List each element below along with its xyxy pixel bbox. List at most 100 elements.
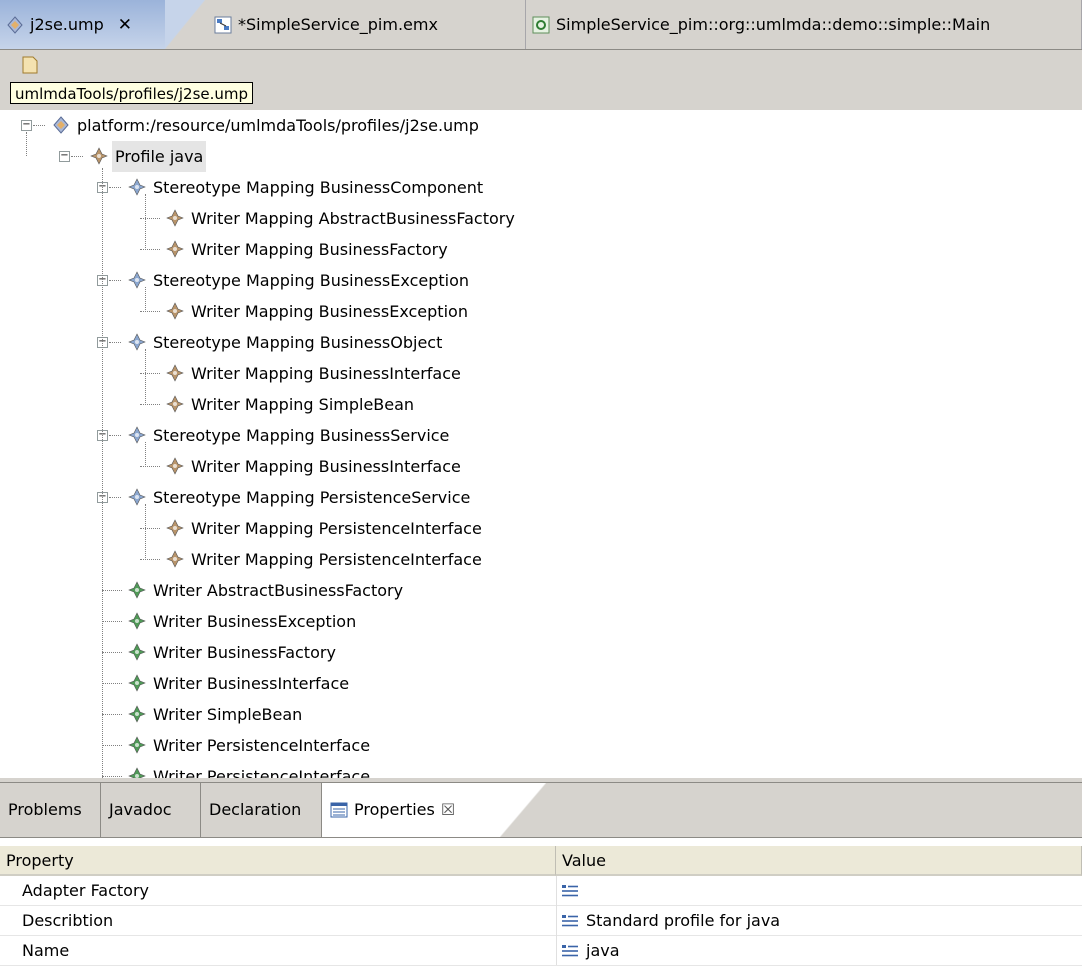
tree-item-label: Stereotype Mapping BusinessService xyxy=(153,426,450,445)
writer-mapping-diamond-icon xyxy=(166,240,184,258)
tree-item-label: Writer Mapping BusinessInterface xyxy=(191,364,461,383)
tree-guide-line xyxy=(145,287,146,312)
tree-item-writer-mapping[interactable]: Writer Mapping PersistenceInterface xyxy=(188,544,485,575)
writer-diamond-icon xyxy=(128,581,146,599)
tree-item-label: Stereotype Mapping BusinessComponent xyxy=(153,178,484,197)
tree-item-label: Stereotype Mapping BusinessObject xyxy=(153,333,443,352)
property-value[interactable] xyxy=(562,876,586,906)
properties-icon xyxy=(330,802,348,818)
tree-item-label: Writer Mapping PersistenceInterface xyxy=(191,519,482,538)
tree-connector xyxy=(102,683,122,684)
tree-item-label: Writer PersistenceInterface xyxy=(153,736,371,755)
tree-item-label: Writer Mapping AbstractBusinessFactory xyxy=(191,209,515,228)
tree-item-profile[interactable]: Profile java xyxy=(112,141,207,172)
tree-guide-line xyxy=(102,168,103,780)
column-header-value[interactable]: Value xyxy=(556,846,1082,876)
tab-properties[interactable]: Properties ☒ xyxy=(322,783,502,837)
tree-connector xyxy=(140,373,160,374)
property-value-text: java xyxy=(586,941,620,960)
text-value-icon xyxy=(562,945,578,957)
collapse-toggle-icon[interactable]: − xyxy=(21,120,32,131)
tab-label: Properties xyxy=(354,800,435,819)
profile-icon xyxy=(7,15,23,34)
tree-item-label: Writer BusinessFactory xyxy=(153,643,336,662)
property-row[interactable]: Adapter Factory xyxy=(0,876,1082,906)
tree-item-stereotype[interactable]: Stereotype Mapping BusinessException xyxy=(150,265,472,296)
tree-item-writer[interactable]: Writer BusinessException xyxy=(150,606,359,637)
tree-item-writer-mapping[interactable]: Writer Mapping BusinessInterface xyxy=(188,451,464,482)
tab-label: Problems xyxy=(8,800,82,819)
writer-diamond-icon xyxy=(128,705,146,723)
writer-diamond-icon xyxy=(128,612,146,630)
tab-j2se-ump[interactable]: j2se.ump ✕ xyxy=(0,0,165,49)
tab-divider xyxy=(500,783,546,837)
tree-item-writer[interactable]: Writer BusinessInterface xyxy=(150,668,352,699)
profile-icon xyxy=(52,116,70,134)
property-row[interactable]: Describtion Standard profile for java xyxy=(0,906,1082,936)
tree-item-writer-mapping[interactable]: Writer Mapping BusinessInterface xyxy=(188,358,464,389)
tree-guide-line xyxy=(145,442,146,467)
collapse-toggle-icon[interactable]: − xyxy=(59,151,70,162)
tab-label: j2se.ump xyxy=(30,15,104,34)
tab-problems[interactable]: Problems xyxy=(0,783,101,837)
writer-mapping-diamond-icon xyxy=(166,302,184,320)
tree-item-stereotype[interactable]: Stereotype Mapping PersistenceService xyxy=(150,482,473,513)
resource-icon xyxy=(22,56,38,74)
tree-connector xyxy=(140,466,160,467)
property-name: Adapter Factory xyxy=(22,881,150,900)
tree-item-stereotype[interactable]: Stereotype Mapping BusinessService xyxy=(150,420,452,451)
property-value-text: Standard profile for java xyxy=(586,911,781,930)
tab-simpleservice-emx[interactable]: *SimpleService_pim.emx xyxy=(208,0,526,49)
tree-item-label: Profile java xyxy=(112,141,207,172)
property-row[interactable]: Name java xyxy=(0,936,1082,966)
tree-item-writer-mapping[interactable]: Writer Mapping PersistenceInterface xyxy=(188,513,485,544)
profile-diamond-icon xyxy=(90,147,108,165)
tree-item-stereotype[interactable]: Stereotype Mapping BusinessComponent xyxy=(150,172,486,203)
tree-item-label: Writer Mapping BusinessInterface xyxy=(191,457,461,476)
tree-guide-line xyxy=(145,194,146,250)
tree-item-label: Writer Mapping PersistenceInterface xyxy=(191,550,482,569)
tree-item-label: Writer BusinessInterface xyxy=(153,674,350,693)
tree-item-writer-mapping[interactable]: Writer Mapping AbstractBusinessFactory xyxy=(188,203,518,234)
writer-mapping-diamond-icon xyxy=(166,550,184,568)
text-value-icon xyxy=(562,915,578,927)
tab-javadoc[interactable]: Javadoc xyxy=(101,783,201,837)
tree-item-writer-mapping[interactable]: Writer Mapping BusinessException xyxy=(188,296,471,327)
writer-diamond-icon xyxy=(128,674,146,692)
tree-connector xyxy=(102,776,122,777)
property-value[interactable]: Standard profile for java xyxy=(562,906,780,936)
writer-mapping-diamond-icon xyxy=(166,519,184,537)
tree-item-writer[interactable]: Writer AbstractBusinessFactory xyxy=(150,575,406,606)
property-value[interactable]: java xyxy=(562,936,620,966)
tree-item-root[interactable]: platform:/resource/umlmdaTools/profiles/… xyxy=(74,110,482,141)
tree-item-writer-mapping[interactable]: Writer Mapping BusinessFactory xyxy=(188,234,451,265)
close-icon[interactable]: ☒ xyxy=(441,783,455,837)
tree-item-writer[interactable]: Writer PersistenceInterface xyxy=(150,730,373,761)
tree-item-label: Writer AbstractBusinessFactory xyxy=(153,581,404,600)
close-icon[interactable]: ✕ xyxy=(118,15,132,35)
tree-connector xyxy=(102,590,122,591)
tree-connector xyxy=(102,621,122,622)
tab-declaration[interactable]: Declaration xyxy=(201,783,322,837)
text-value-icon xyxy=(562,885,578,897)
column-header-property[interactable]: Property xyxy=(0,846,556,876)
tree-item-label: Stereotype Mapping PersistenceService xyxy=(153,488,471,507)
tree-item-writer-mapping[interactable]: Writer Mapping SimpleBean xyxy=(188,389,417,420)
tree-item-label: Writer Mapping BusinessException xyxy=(191,302,468,321)
stereotype-diamond-icon xyxy=(128,333,146,351)
writer-mapping-diamond-icon xyxy=(166,395,184,413)
tree-connector xyxy=(140,311,160,312)
tree-item-writer[interactable]: Writer BusinessFactory xyxy=(150,637,339,668)
writer-mapping-diamond-icon xyxy=(166,364,184,382)
tree-connector xyxy=(109,497,121,498)
writer-diamond-icon xyxy=(128,643,146,661)
editor-tab-bar: j2se.ump ✕ *SimpleService_pim.emx Simple… xyxy=(0,0,1082,50)
stereotype-diamond-icon xyxy=(128,426,146,444)
resource-tree[interactable]: − platform:/resource/umlmdaTools/profiles… xyxy=(0,110,1082,780)
tab-main-diagram[interactable]: SimpleService_pim::org::umlmda::demo::si… xyxy=(526,0,1082,49)
tree-item-stereotype[interactable]: Stereotype Mapping BusinessObject xyxy=(150,327,445,358)
stereotype-diamond-icon xyxy=(128,271,146,289)
tree-item-writer[interactable]: Writer SimpleBean xyxy=(150,699,305,730)
tree-connector xyxy=(140,559,160,560)
tab-divider xyxy=(165,0,205,49)
